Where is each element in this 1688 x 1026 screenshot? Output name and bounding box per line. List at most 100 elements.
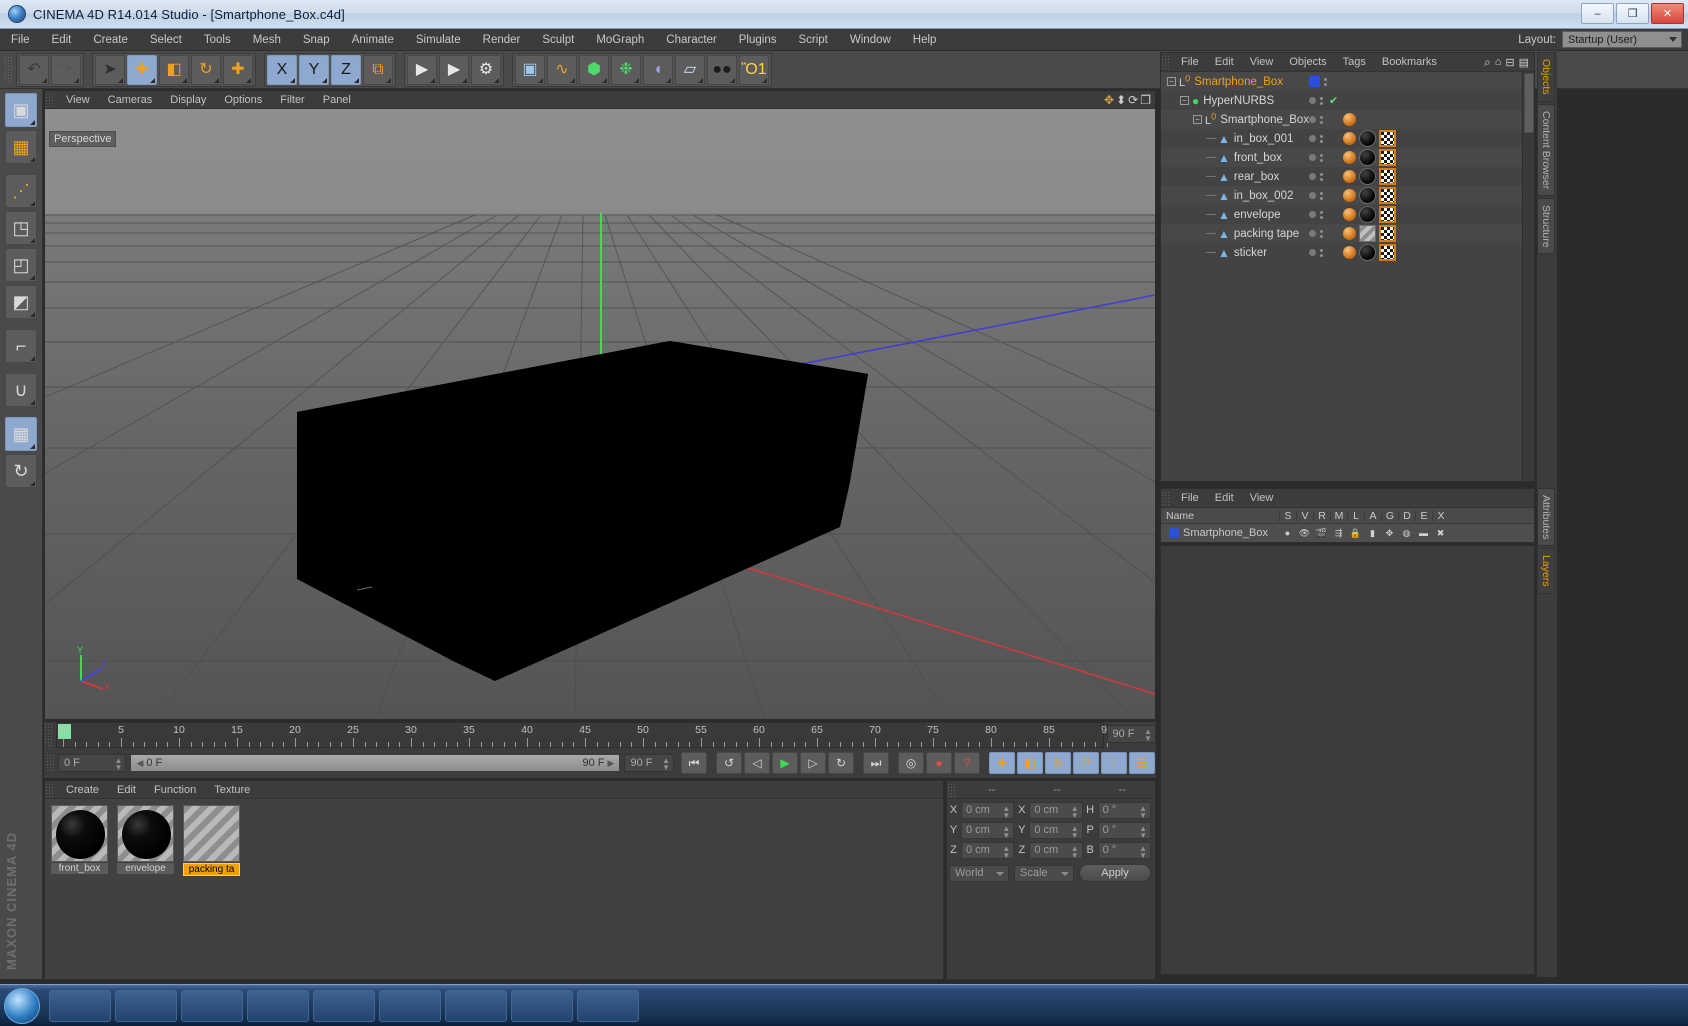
lock-x-axis[interactable]: X [267, 54, 297, 85]
taskbar-item[interactable] [445, 989, 507, 1022]
taskbar-item[interactable] [181, 989, 243, 1022]
object-name[interactable]: in_box_002 [1234, 190, 1293, 202]
expander-toggle[interactable]: − [1167, 77, 1176, 86]
material-tag-icon[interactable] [1359, 206, 1376, 223]
search-icon[interactable]: ⌕ [1484, 55, 1491, 70]
viewport-menu-panel[interactable]: Panel [314, 93, 360, 107]
object-menu-tags[interactable]: Tags [1335, 55, 1374, 69]
material-item[interactable]: packing ta [183, 805, 240, 973]
texture-mode-tool[interactable]: ▦ [5, 130, 37, 164]
move-view-icon[interactable]: ✥ [1104, 93, 1114, 107]
material-menu-texture[interactable]: Texture [205, 783, 259, 797]
edges-mode-tool[interactable]: ◳ [5, 211, 37, 245]
rotate-view-icon[interactable]: ⟳ [1128, 93, 1138, 107]
dropdown-corner-icon[interactable] [30, 400, 35, 405]
dropdown-corner-icon[interactable] [290, 77, 295, 83]
menu-mograph[interactable]: MoGraph [585, 30, 655, 50]
phong-tag-icon[interactable] [1343, 113, 1356, 126]
minimize-button[interactable]: – [1581, 3, 1614, 24]
end-frame-field[interactable]: 90 F ▲ ▼ [624, 754, 674, 772]
uvw-tag-icon[interactable] [1379, 149, 1396, 166]
uvw-tag-icon[interactable] [1379, 206, 1396, 223]
record-scale-button[interactable]: ◧ [1017, 752, 1043, 774]
dropdown-corner-icon[interactable] [730, 77, 735, 83]
object-tree-row[interactable]: — ▲ front_box [1161, 148, 1534, 167]
dropdown-corner-icon[interactable] [30, 481, 35, 486]
material-tag-icon[interactable] [1359, 187, 1376, 204]
phong-tag-icon[interactable] [1343, 170, 1356, 183]
workplane-lock-tool[interactable]: ▦ [5, 417, 37, 451]
home-icon[interactable]: ⌂ [1495, 56, 1502, 68]
dropdown-corner-icon[interactable] [322, 77, 327, 83]
object-visibility-dot[interactable] [1309, 249, 1316, 256]
menu-simulate[interactable]: Simulate [405, 30, 472, 50]
object-tree-row[interactable]: − L0 Smartphone_Box [1161, 72, 1534, 91]
redo-button[interactable]: ↷ [51, 54, 81, 85]
record-position-button[interactable]: ✚ [989, 752, 1015, 774]
uvw-tag-icon[interactable] [1379, 130, 1396, 147]
object-editor-render-dots[interactable] [1320, 191, 1323, 200]
coordinates-grip[interactable] [947, 782, 956, 797]
add-mograph-button[interactable]: ❉ [611, 54, 641, 85]
dropdown-corner-icon[interactable] [698, 77, 703, 83]
dropdown-corner-icon[interactable] [214, 77, 219, 83]
layer-column-m[interactable]: M [1330, 509, 1347, 522]
phong-tag-icon[interactable] [1343, 208, 1356, 221]
add-cube-button[interactable]: ▣ [515, 54, 545, 85]
object-editor-render-dots[interactable] [1320, 153, 1323, 162]
spinner-icon[interactable]: ▲ ▼ [115, 757, 123, 772]
layer-flag-s[interactable]: ● [1279, 528, 1296, 538]
material-name[interactable]: envelope [117, 863, 174, 874]
material-preview[interactable] [183, 805, 240, 862]
object-name[interactable]: front_box [1234, 152, 1282, 164]
material-menu-create[interactable]: Create [57, 783, 108, 797]
dropdown-corner-icon[interactable] [30, 444, 35, 449]
taskbar-item[interactable] [577, 989, 639, 1022]
layer-row[interactable]: Smartphone_Box ● 👁 🎬 ⇶ 🔒 ▮ ✥ ◍ ▬ ✖ [1161, 524, 1534, 542]
render-settings-button[interactable]: ⚙ [471, 54, 501, 85]
object-name[interactable]: rear_box [1234, 171, 1279, 183]
layer-column-name[interactable]: Name [1161, 510, 1279, 522]
coordinate-rotation-field[interactable]: 0 ° ▲ ▼ [1097, 801, 1151, 819]
layout-icon[interactable]: ▤ [1519, 56, 1529, 69]
record-pla-button[interactable]: ∶ [1101, 752, 1127, 774]
object-visibility-dot[interactable] [1309, 230, 1316, 237]
expander-toggle[interactable]: − [1180, 96, 1189, 105]
spinner-icon[interactable]: ▲ ▼ [1144, 728, 1152, 743]
material-tag-icon[interactable] [1359, 149, 1376, 166]
dropdown-corner-icon[interactable] [538, 77, 543, 83]
dropdown-corner-icon[interactable] [666, 77, 671, 83]
polygons-mode-tool[interactable]: ◰ [5, 248, 37, 282]
object-name[interactable]: sticker [1234, 247, 1267, 259]
dropdown-corner-icon[interactable] [602, 77, 607, 83]
taskbar-item[interactable] [313, 989, 375, 1022]
material-item[interactable]: front_box [51, 805, 108, 973]
object-editor-render-dots[interactable] [1320, 172, 1323, 181]
object-tree[interactable]: − L0 Smartphone_Box − ● HyperNURBS ✔ − L0 Smartph… [1161, 72, 1534, 481]
dropdown-corner-icon[interactable] [634, 77, 639, 83]
play-button[interactable]: ▶ [772, 752, 798, 774]
maximize-button[interactable]: ❐ [1616, 3, 1649, 24]
object-name[interactable]: packing tape [1234, 228, 1299, 240]
material-item[interactable]: envelope [117, 805, 174, 973]
object-name[interactable]: Smartphone_Box [1220, 114, 1309, 126]
layer-column-s[interactable]: S [1279, 509, 1296, 522]
layer-column-x[interactable]: X [1432, 509, 1449, 522]
viewport-menu-cameras[interactable]: Cameras [99, 93, 162, 107]
enable-axis-tool[interactable]: ⌐ [5, 329, 37, 363]
object-layer-color-swatch[interactable] [1309, 76, 1320, 87]
collapse-icon[interactable]: ⊟ [1505, 56, 1514, 69]
object-tree-row[interactable]: — ▲ rear_box [1161, 167, 1534, 186]
undo-button[interactable]: ↶ [19, 54, 49, 85]
dropdown-corner-icon[interactable] [74, 77, 79, 83]
uvw-tag-icon[interactable] [1379, 187, 1396, 204]
dropdown-corner-icon[interactable] [118, 77, 123, 83]
step-back-keyframe-button[interactable]: ↺ [716, 752, 742, 774]
viewport-menu-options[interactable]: Options [215, 93, 271, 107]
object-enabled-check-icon[interactable]: ✔ [1329, 94, 1338, 107]
object-menu-view[interactable]: View [1242, 55, 1282, 69]
side-tab-layers[interactable]: Layers [1537, 548, 1555, 594]
layer-column-v[interactable]: V [1296, 509, 1313, 522]
object-manager-grip[interactable] [1161, 55, 1170, 69]
autokeying-button[interactable]: ● [926, 752, 952, 774]
